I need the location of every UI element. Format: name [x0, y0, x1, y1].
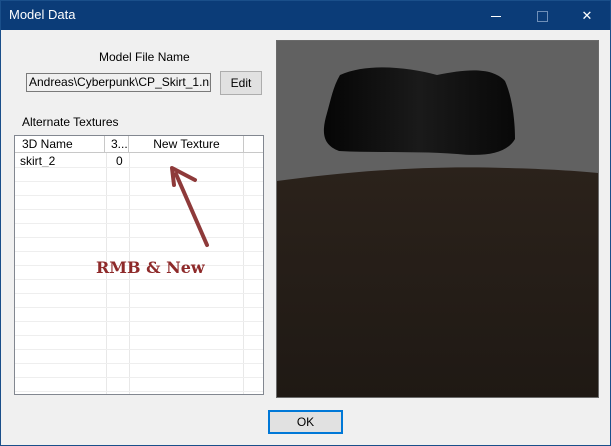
row-index: 0 [116, 154, 123, 167]
alternate-textures-label: Alternate Textures [22, 115, 119, 129]
close-icon: ✕ [581, 8, 593, 23]
empty-row [15, 168, 263, 182]
annotation-label: RMB & New [96, 258, 205, 277]
ok-button[interactable]: OK [268, 410, 343, 434]
empty-row [15, 210, 263, 224]
model-preview-render [277, 41, 598, 397]
edit-button[interactable]: Edit [220, 71, 262, 95]
model-data-dialog: Model Data ✕ Model File Name Andreas\Cyb… [0, 0, 611, 446]
empty-row [15, 322, 263, 336]
empty-row [15, 378, 263, 392]
minimize-icon [491, 16, 501, 18]
empty-row [15, 364, 263, 378]
empty-row [15, 294, 263, 308]
close-button[interactable]: ✕ [564, 1, 610, 30]
row-3d-name: skirt_2 [20, 154, 56, 167]
column-header-3d-name[interactable]: 3D Name [15, 136, 105, 152]
title-bar[interactable]: Model Data ✕ [1, 1, 610, 30]
table-row[interactable]: skirt_2 0 [15, 154, 263, 168]
column-header-index[interactable]: 3... [106, 136, 129, 152]
empty-row [15, 336, 263, 350]
empty-row [15, 196, 263, 210]
model-file-name-label: Model File Name [99, 50, 190, 64]
window-title: Model Data [9, 7, 76, 22]
empty-row [15, 280, 263, 294]
model-preview-viewport[interactable] [276, 40, 599, 398]
empty-row [15, 350, 263, 364]
maximize-button[interactable] [519, 1, 565, 30]
column-header-new-texture[interactable]: New Texture [130, 136, 244, 152]
table-header: 3D Name 3... New Texture [15, 136, 263, 153]
empty-row [15, 238, 263, 252]
empty-row [15, 224, 263, 238]
empty-row [15, 182, 263, 196]
maximize-icon [536, 11, 548, 23]
model-file-field[interactable]: Andreas\Cyberpunk\CP_Skirt_1.nif [26, 73, 211, 92]
minimize-button[interactable] [473, 1, 519, 30]
annotation-arrow-icon [170, 166, 209, 247]
empty-row [15, 308, 263, 322]
